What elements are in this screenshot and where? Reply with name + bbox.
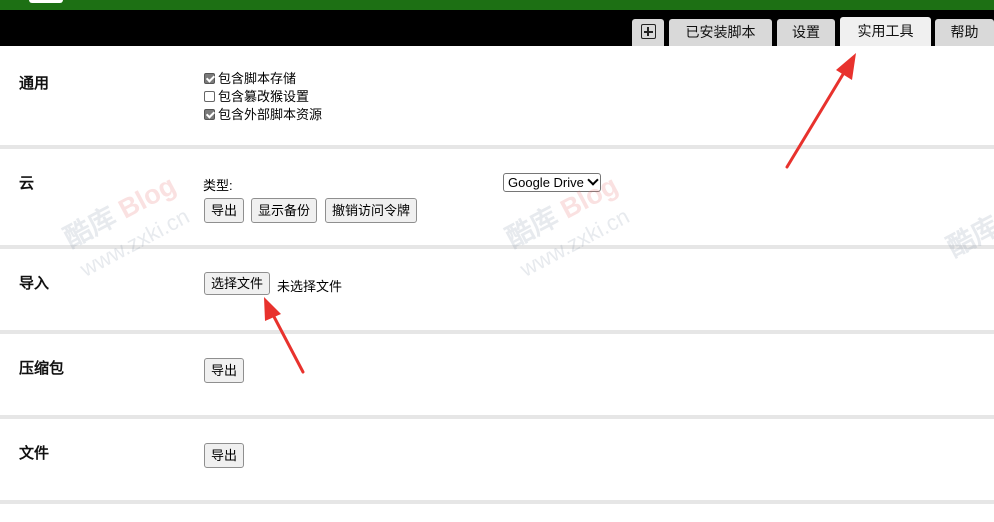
cloud-type-value: Google Drive: [508, 175, 584, 190]
plus-square-icon: [640, 24, 656, 40]
section-title-file: 文件: [19, 445, 50, 462]
option-include-script-storage[interactable]: 包含脚本存储: [204, 70, 296, 88]
section-title-general: 通用: [19, 75, 50, 92]
cloud-export-button[interactable]: 导出: [204, 198, 245, 223]
no-file-chosen-text: 未选择文件: [277, 279, 343, 294]
option-include-tampermonkey-settings[interactable]: 包含篡改猴设置: [204, 88, 309, 106]
section-title-cloud: 云: [19, 175, 35, 192]
section-divider: [0, 145, 994, 149]
tab-bar: 已安装脚本 设置 实用工具 帮助: [0, 10, 994, 46]
section-divider: [0, 415, 994, 419]
tab-help[interactable]: 帮助: [935, 19, 994, 46]
arrow-to-choose-file: [264, 297, 305, 374]
chevron-down-icon: [587, 174, 599, 186]
arrow-to-utilities-tab: [785, 53, 856, 169]
checkbox-unchecked[interactable]: [204, 91, 215, 102]
option-label: 包含篡改猴设置: [218, 89, 310, 104]
tab-utilities[interactable]: 实用工具: [840, 17, 931, 46]
cloud-type-select[interactable]: Google Drive: [503, 173, 601, 192]
zip-export-button[interactable]: 导出: [204, 358, 245, 383]
watermark: 酷库: [942, 210, 994, 263]
section-title-zip: 压缩包: [19, 360, 65, 377]
watermark-url: www.zxki.cn: [75, 203, 194, 282]
watermark-url: www.zxki.cn: [515, 203, 634, 282]
section-divider: [0, 500, 994, 504]
watermark: 酷库 Blog: [59, 169, 181, 254]
tab-settings[interactable]: 设置: [777, 19, 835, 46]
revoke-token-button[interactable]: 撤销访问令牌: [325, 198, 418, 223]
option-label: 包含脚本存储: [218, 71, 297, 86]
section-title-import: 导入: [19, 275, 50, 292]
cloud-type-label: 类型:: [203, 178, 233, 193]
checkbox-checked[interactable]: [204, 73, 215, 84]
file-export-button[interactable]: 导出: [204, 443, 245, 468]
section-divider: [0, 245, 994, 249]
tab-new-script[interactable]: [632, 19, 664, 46]
section-divider: [0, 330, 994, 334]
choose-file-button[interactable]: 选择文件: [204, 272, 271, 295]
header-strip: [0, 0, 994, 10]
option-include-external-resources[interactable]: 包含外部脚本资源: [204, 106, 322, 124]
show-backups-button[interactable]: 显示备份: [251, 198, 318, 223]
option-label: 包含外部脚本资源: [218, 107, 323, 122]
annotation-arrows: [264, 53, 856, 374]
tab-installed-scripts[interactable]: 已安装脚本: [669, 19, 772, 46]
header-handle: [29, 0, 63, 3]
checkbox-checked[interactable]: [204, 109, 215, 120]
